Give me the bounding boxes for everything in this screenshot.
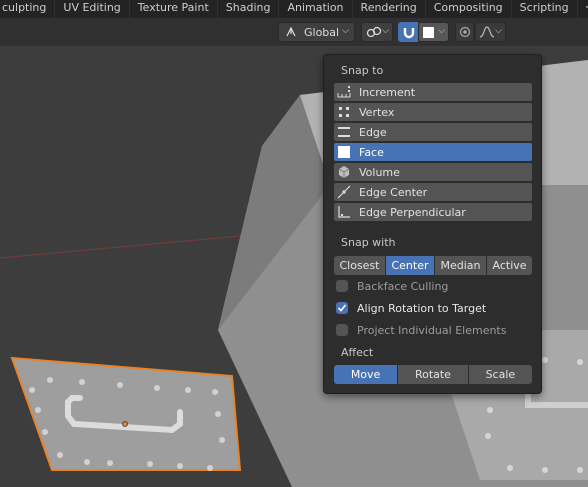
proportional-falloff-dropdown[interactable]: ⌵ — [475, 22, 506, 42]
project-individual-checkbox[interactable] — [336, 324, 348, 336]
face-icon — [337, 145, 351, 159]
snap-with-closest[interactable]: Closest — [334, 256, 386, 275]
tab-texture-paint[interactable]: Texture Paint — [130, 0, 218, 18]
snap-item-label: Edge Center — [359, 185, 428, 199]
chevron-down-icon: ⌵ — [495, 26, 502, 36]
add-workspace-button[interactable]: + — [578, 0, 588, 18]
project-individual-label: Project Individual Elements — [357, 323, 507, 337]
tab-scripting[interactable]: Scripting — [512, 0, 578, 18]
tab-animation[interactable]: Animation — [279, 0, 353, 18]
snap-item-label: Edge Perpendicular — [359, 205, 466, 219]
proportional-circle-icon — [459, 26, 471, 38]
snap-item-volume[interactable]: Volume — [334, 163, 532, 181]
backface-culling-label: Backface Culling — [357, 279, 449, 293]
falloff-curve-icon — [479, 26, 495, 38]
snap-item-vertex[interactable]: Vertex — [334, 103, 532, 121]
chevron-down-icon: ⌵ — [438, 26, 445, 36]
edge-center-icon — [337, 185, 351, 199]
snap-with-active[interactable]: Active — [487, 256, 532, 275]
snap-target-dropdown[interactable]: ⌵ — [418, 22, 449, 42]
snap-item-label: Increment — [359, 85, 416, 99]
backface-culling-option[interactable]: Backface Culling — [336, 277, 448, 295]
edge-perpendicular-icon — [337, 205, 351, 219]
tab-rendering[interactable]: Rendering — [353, 0, 426, 18]
transform-orientation-dropdown[interactable]: Global ⌵ — [278, 22, 355, 42]
tab-uv-editing[interactable]: UV Editing — [55, 0, 130, 18]
face-snap-icon — [423, 26, 434, 38]
proportional-editing-toggle[interactable] — [455, 22, 474, 42]
snap-item-label: Edge — [359, 125, 387, 139]
snap-popover: Snap to Increment Vertex Edge Face Volum… — [323, 54, 542, 394]
affect-selector: Move Rotate Scale — [334, 365, 532, 384]
snap-item-increment[interactable]: Increment — [334, 83, 532, 101]
volume-icon — [337, 165, 351, 179]
snap-toggle-button[interactable] — [398, 22, 418, 42]
affect-scale[interactable]: Scale — [468, 365, 532, 384]
checkmark-icon — [337, 304, 347, 312]
align-rotation-option[interactable]: Align Rotation to Target — [336, 299, 486, 317]
edge-icon — [337, 125, 351, 139]
tab-sculpting[interactable]: culpting — [0, 0, 56, 18]
align-rotation-checkbox[interactable] — [336, 302, 348, 314]
chevron-down-icon: ⌵ — [382, 26, 389, 36]
increment-icon — [337, 85, 351, 99]
snap-with-median[interactable]: Median — [435, 256, 488, 275]
snap-item-label: Volume — [359, 165, 400, 179]
affect-move[interactable]: Move — [334, 365, 399, 384]
tab-shading[interactable]: Shading — [218, 0, 280, 18]
align-rotation-label: Align Rotation to Target — [357, 301, 487, 315]
affect-rotate[interactable]: Rotate — [398, 365, 469, 384]
snap-to-label: Snap to — [341, 64, 384, 77]
workspace-tab-bar: culpting UV Editing Texture Paint Shadin… — [0, 0, 588, 18]
affect-label: Affect — [341, 346, 374, 359]
pivot-point-dropdown[interactable]: ⌵ — [361, 22, 393, 42]
pivot-link-icon — [366, 25, 382, 39]
axes-icon — [284, 25, 298, 39]
transform-orientation-value: Global — [304, 25, 340, 39]
magnet-icon — [402, 25, 416, 39]
snap-item-edge[interactable]: Edge — [334, 123, 532, 141]
tab-compositing[interactable]: Compositing — [426, 0, 512, 18]
project-individual-option[interactable]: Project Individual Elements — [336, 321, 506, 339]
snap-with-label: Snap with — [341, 236, 396, 249]
snap-with-selector: Closest Center Median Active — [334, 256, 532, 275]
snap-item-label: Vertex — [359, 105, 395, 119]
viewport-header: Global ⌵ ⌵ ⌵ ⌵ — [0, 18, 588, 46]
snap-item-face[interactable]: Face — [334, 143, 532, 161]
origin-point — [122, 421, 128, 427]
snap-item-label: Face — [359, 145, 384, 159]
snap-item-edge-center[interactable]: Edge Center — [334, 183, 532, 201]
snap-item-edge-perpendicular[interactable]: Edge Perpendicular — [334, 203, 532, 221]
snap-to-list: Increment Vertex Edge Face Volume Edge C… — [334, 83, 532, 223]
vertex-icon — [337, 105, 351, 119]
snap-with-center[interactable]: Center — [386, 256, 436, 275]
chevron-down-icon: ⌵ — [342, 26, 349, 36]
backface-culling-checkbox[interactable] — [336, 280, 348, 292]
selected-plate — [10, 356, 242, 471]
